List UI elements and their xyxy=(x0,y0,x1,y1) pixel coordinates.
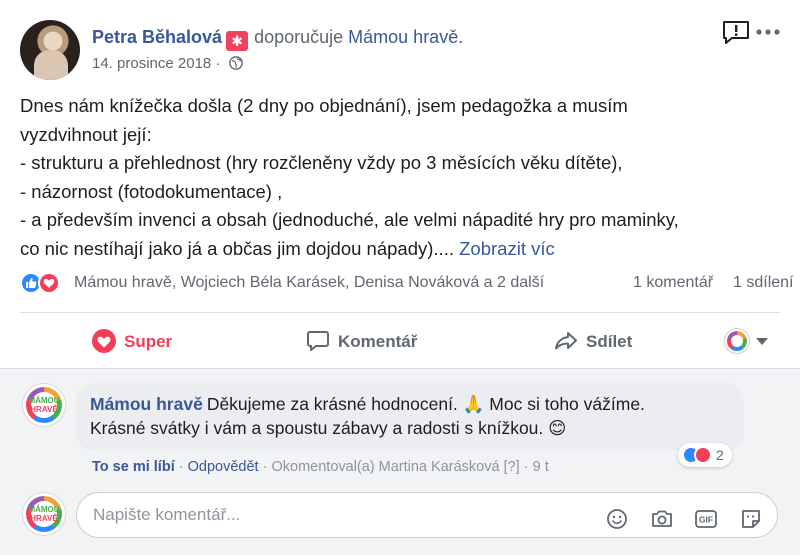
comment-input-placeholder: Napište komentář... xyxy=(93,505,241,524)
dot-separator: · xyxy=(262,459,268,475)
more-options-icon[interactable] xyxy=(756,24,780,40)
comment-text: Krásné svátky i vám a spoustu zábavy a r… xyxy=(90,418,567,438)
comment-button[interactable]: Komentář xyxy=(306,318,417,366)
love-icon xyxy=(92,329,116,353)
post-date[interactable]: 14. prosince 2018 xyxy=(92,55,211,72)
love-reaction-icon xyxy=(38,272,60,294)
logo-text: MÁMOU xyxy=(28,505,60,514)
comment-meta: Okomentoval(a) Martina Karásková [?] xyxy=(271,459,520,475)
page-avatar[interactable]: MÁMOU HRAVĚ xyxy=(22,383,66,427)
post-body-line: - názornost (fotodokumentace) , xyxy=(20,180,283,202)
post-body-line: - a především invenci a obsah (jednoduch… xyxy=(20,209,679,230)
chevron-down-icon xyxy=(756,338,768,345)
like-comment-link[interactable]: To se mi líbí xyxy=(92,459,175,475)
comment-text: Děkujeme za krásné hodnocení. 🙏 Moc si t… xyxy=(206,394,645,414)
see-more-link[interactable]: Zobrazit víc xyxy=(459,238,555,259)
post-body-line: - strukturu a přehlednost (hry rozčleněn… xyxy=(20,152,623,173)
comment-input[interactable]: Napište komentář... GIF xyxy=(76,492,778,538)
author-avatar[interactable] xyxy=(20,20,80,80)
composer-avatar: MÁMOU HRAVĚ xyxy=(22,492,66,536)
divider xyxy=(20,312,780,313)
page-name-link[interactable]: Mámou hravě. xyxy=(348,27,463,47)
post-body-line: co nic nestíhají jako já a občas jim doj… xyxy=(20,237,460,259)
reactions-summary: Mámou hravě, Wojciech Béla Karásek, Deni… xyxy=(20,270,793,296)
dot-separator: · xyxy=(523,459,529,475)
action-row: Super Komentář Sdílet xyxy=(20,318,780,366)
comment-bubble: Mámou hravě Děkujeme za krásné hodnocení.… xyxy=(76,383,744,451)
comment-icon xyxy=(307,331,329,351)
share-count-link[interactable]: 1 sdílení xyxy=(733,270,793,296)
post-body-line-last: co nic nestíhají jako já a občas jim doj… xyxy=(20,235,780,264)
reaction-names[interactable]: Mámou hravě, Wojciech Béla Karásek, Deni… xyxy=(74,270,544,296)
logo-text: HRAVĚ xyxy=(30,405,58,414)
gif-icon[interactable]: GIF xyxy=(694,504,718,528)
dot-separator: · xyxy=(178,459,184,475)
comment-line-1: Mámou hravě Děkujeme za krásné hodnocení.… xyxy=(90,392,730,416)
svg-text:GIF: GIF xyxy=(699,515,713,525)
logo-text: MÁMOU xyxy=(28,396,60,405)
comment-count-link[interactable]: 1 komentář xyxy=(633,270,713,296)
emoji-icon[interactable] xyxy=(605,504,629,529)
logo-text: HRAVĚ xyxy=(30,514,58,523)
composer-icons: GIF xyxy=(589,504,763,529)
page-identity-selector[interactable] xyxy=(724,328,770,356)
post-body: Dnes nám knížečka došla (2 dny po objedn… xyxy=(20,92,780,263)
share-button[interactable]: Sdílet xyxy=(554,318,632,366)
comment-actions: To se mi líbí · Odpovědět · Okomentoval(… xyxy=(92,457,549,477)
recommend-text: doporučuje xyxy=(254,27,344,47)
report-icon[interactable] xyxy=(722,20,750,44)
author-name-link[interactable]: Petra Běhalová xyxy=(92,27,222,47)
sticker-icon[interactable] xyxy=(739,504,763,528)
reaction-icons[interactable] xyxy=(20,272,70,294)
comment-label: Komentář xyxy=(338,332,418,351)
post-body-line: vyzdvihnout její: xyxy=(20,123,152,145)
globe-icon xyxy=(228,56,243,70)
super-label: Super xyxy=(124,332,173,351)
comments-section: MÁMOU HRAVĚ Mámou hravě Děkujeme za krásn… xyxy=(0,369,800,555)
comment-time[interactable]: 9 t xyxy=(533,459,549,475)
comment-reactions-badge[interactable]: 2 xyxy=(678,443,732,467)
comment-author-link[interactable]: Mámou hravě xyxy=(90,394,203,414)
page-logo-mini xyxy=(724,328,750,354)
share-icon xyxy=(555,332,577,350)
reply-link[interactable]: Odpovědět xyxy=(188,459,259,475)
love-reaction-icon xyxy=(694,446,712,464)
comment-reaction-count: 2 xyxy=(716,447,724,463)
meta-separator: · xyxy=(215,55,221,72)
super-reaction-button[interactable]: Super xyxy=(92,318,172,366)
post-header: Petra Běhalová ✱ doporučuje Mámou hravě. 1… xyxy=(20,20,780,80)
post-body-line: Dnes nám knížečka došla (2 dny po objedn… xyxy=(20,95,628,116)
post-meta: 14. prosince 2018 · xyxy=(92,54,243,74)
camera-icon[interactable] xyxy=(650,504,674,528)
share-label: Sdílet xyxy=(586,332,633,351)
author-line: Petra Běhalová ✱ doporučuje Mámou hravě. xyxy=(92,26,463,51)
recommend-badge-icon: ✱ xyxy=(226,31,249,51)
